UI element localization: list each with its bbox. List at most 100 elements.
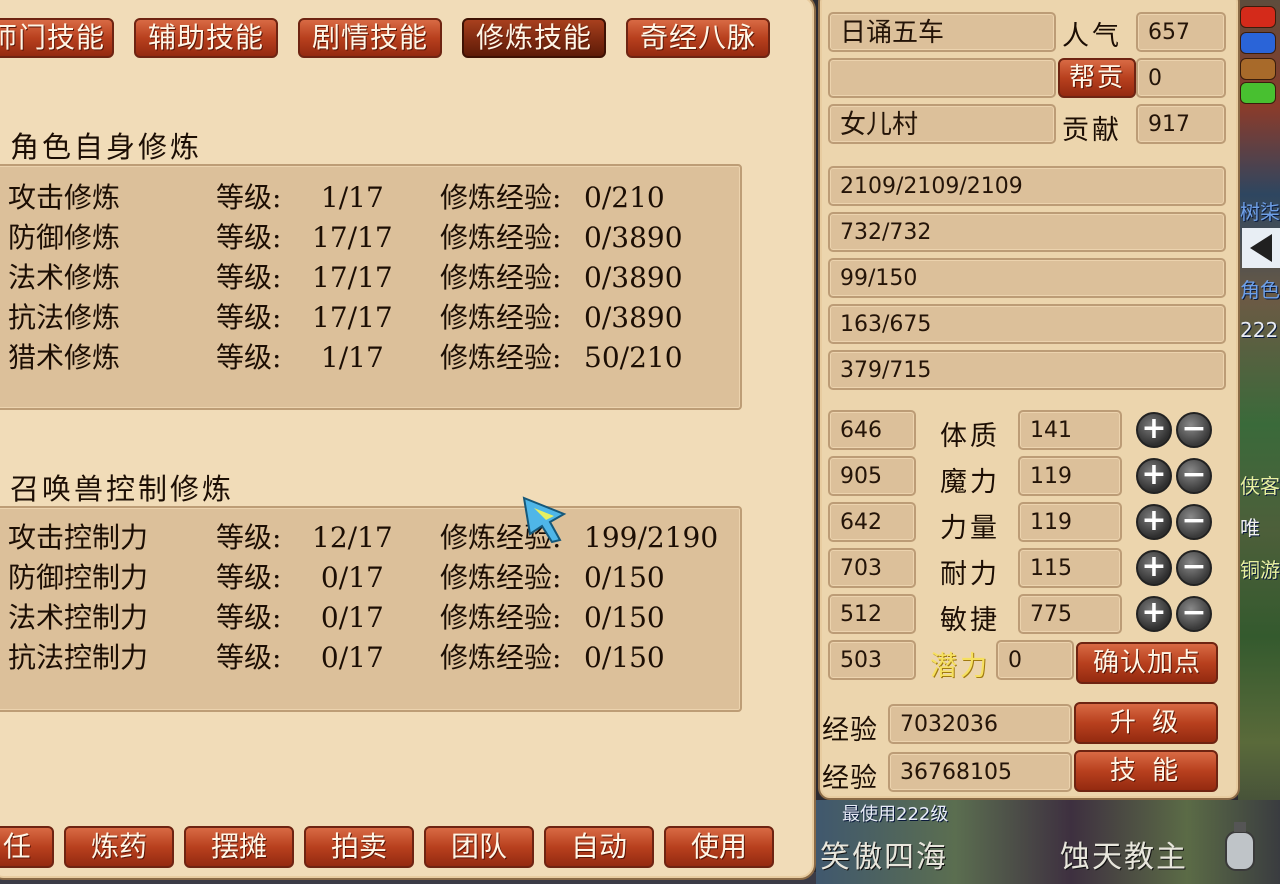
self-row-name: 攻击修炼: [8, 181, 121, 214]
side-label-5: 唯: [1240, 516, 1260, 540]
minus-icon[interactable]: −: [1176, 550, 1212, 586]
gang-field: [828, 58, 1056, 98]
sect-field: 女儿村: [828, 104, 1056, 144]
gang-points-value: 0: [1136, 58, 1226, 98]
bottom-button-use[interactable]: 使用: [664, 826, 774, 868]
vitality-bar: 163/675: [828, 304, 1226, 344]
pet-row-name: 攻击控制力: [8, 521, 149, 554]
tab-story-skills[interactable]: 剧情技能: [298, 18, 442, 58]
pet-row-level: 0/17: [312, 601, 384, 634]
world-text-2: 蚀天教主: [1060, 840, 1188, 875]
upgrade-button[interactable]: 升 级: [1074, 702, 1218, 744]
self-row-level-label: 等级:: [216, 181, 282, 214]
self-row-level: 17/17: [312, 301, 393, 334]
world-text-1: 笑傲四海: [820, 840, 948, 875]
plus-icon[interactable]: +: [1136, 412, 1172, 448]
pet-row-level-label: 等级:: [216, 601, 282, 634]
side-tab-red[interactable]: [1240, 6, 1276, 28]
back-arrow-icon[interactable]: [1242, 228, 1280, 268]
pet-row-exp-label: 修炼经验:: [440, 641, 562, 674]
potential-derived: 503: [828, 640, 916, 680]
popularity-label: 人气: [1062, 21, 1122, 52]
minus-icon[interactable]: −: [1176, 458, 1212, 494]
stat-label: 魔力: [940, 467, 1000, 498]
tab-cultivation-skills[interactable]: 修炼技能: [462, 18, 606, 58]
stat-value: 115: [1018, 548, 1122, 588]
mp-bar: 732/732: [828, 212, 1226, 252]
self-row-exp: 0/3890: [584, 261, 683, 294]
self-row-exp-label: 修炼经验:: [440, 341, 562, 374]
lantern-icon: [1220, 820, 1260, 876]
self-row-exp: 0/3890: [584, 221, 683, 254]
self-row-level: 1/17: [312, 341, 384, 374]
gang-contribution-button[interactable]: 帮贡: [1058, 58, 1136, 98]
pet-row-level: 0/17: [312, 561, 384, 594]
bottom-button-task[interactable]: 任: [0, 826, 54, 868]
game-world-right: [1238, 0, 1280, 884]
pet-row-exp: 199/2190: [584, 521, 719, 554]
stat-label: 力量: [940, 513, 1000, 544]
stat-value: 775: [1018, 594, 1122, 634]
pet-row-exp: 0/150: [584, 601, 665, 634]
title-field: 日诵五车: [828, 12, 1056, 52]
stat-derived: 512: [828, 594, 916, 634]
tab-meridians[interactable]: 奇经八脉: [626, 18, 770, 58]
self-row-exp-label: 修炼经验:: [440, 221, 562, 254]
side-tab-blue[interactable]: [1240, 32, 1276, 54]
side-tab-brown[interactable]: [1240, 58, 1276, 80]
pet-row-exp: 0/150: [584, 561, 665, 594]
self-row-exp-label: 修炼经验:: [440, 301, 562, 334]
plus-icon[interactable]: +: [1136, 596, 1172, 632]
pet-row-exp-label: 修炼经验:: [440, 561, 562, 594]
stat-derived: 642: [828, 502, 916, 542]
minus-icon[interactable]: −: [1176, 596, 1212, 632]
self-row-level: 1/17: [312, 181, 384, 214]
pet-row-exp-label: 修炼经验:: [440, 601, 562, 634]
stat-label: 耐力: [940, 559, 1000, 590]
self-row-level-label: 等级:: [216, 341, 282, 374]
confirm-points-button[interactable]: 确认加点: [1076, 642, 1218, 684]
pet-row-exp: 0/150: [584, 641, 665, 674]
plus-icon[interactable]: +: [1136, 504, 1172, 540]
exp-current: 7032036: [888, 704, 1072, 744]
side-label-6: 铜游: [1240, 558, 1280, 582]
self-row-exp: 0/210: [584, 181, 665, 214]
pet-row-level: 12/17: [312, 521, 393, 554]
tab-sect-skills[interactable]: 师门技能: [0, 18, 114, 58]
tab-assist-skills[interactable]: 辅助技能: [134, 18, 278, 58]
self-row-exp-label: 修炼经验:: [440, 181, 562, 214]
self-row-exp: 50/210: [584, 341, 683, 374]
pet-row-level: 0/17: [312, 641, 384, 674]
bottom-button-stall[interactable]: 摆摊: [184, 826, 294, 868]
cursor-icon: [520, 492, 580, 544]
pet-row-name: 抗法控制力: [8, 641, 149, 674]
plus-icon[interactable]: +: [1136, 550, 1172, 586]
bottom-button-auction[interactable]: 拍卖: [304, 826, 414, 868]
contribution-value: 917: [1136, 104, 1226, 144]
self-row-name: 抗法修炼: [8, 301, 121, 334]
bottom-button-team[interactable]: 团队: [424, 826, 534, 868]
stat-derived: 905: [828, 456, 916, 496]
self-row-exp-label: 修炼经验:: [440, 261, 562, 294]
bottom-button-auto[interactable]: 自动: [544, 826, 654, 868]
skills-button[interactable]: 技 能: [1074, 750, 1218, 792]
contribution-label: 贡献: [1062, 115, 1122, 146]
stat-derived: 703: [828, 548, 916, 588]
stat-value: 119: [1018, 456, 1122, 496]
side-label-2: 角色: [1240, 278, 1280, 302]
minus-icon[interactable]: −: [1176, 412, 1212, 448]
stat-value: 141: [1018, 410, 1122, 450]
popularity-value: 657: [1136, 12, 1226, 52]
plus-icon[interactable]: +: [1136, 458, 1172, 494]
self-row-level-label: 等级:: [216, 221, 282, 254]
stat-label: 体质: [940, 421, 1000, 452]
side-tab-green[interactable]: [1240, 82, 1276, 104]
pet-row-name: 法术控制力: [8, 601, 149, 634]
self-row-level: 17/17: [312, 261, 393, 294]
energy-bar: 379/715: [828, 350, 1226, 390]
minus-icon[interactable]: −: [1176, 504, 1212, 540]
self-row-name: 法术修炼: [8, 261, 121, 294]
bottom-button-refine[interactable]: 炼药: [64, 826, 174, 868]
self-row-exp: 0/3890: [584, 301, 683, 334]
pet-row-level-label: 等级:: [216, 561, 282, 594]
